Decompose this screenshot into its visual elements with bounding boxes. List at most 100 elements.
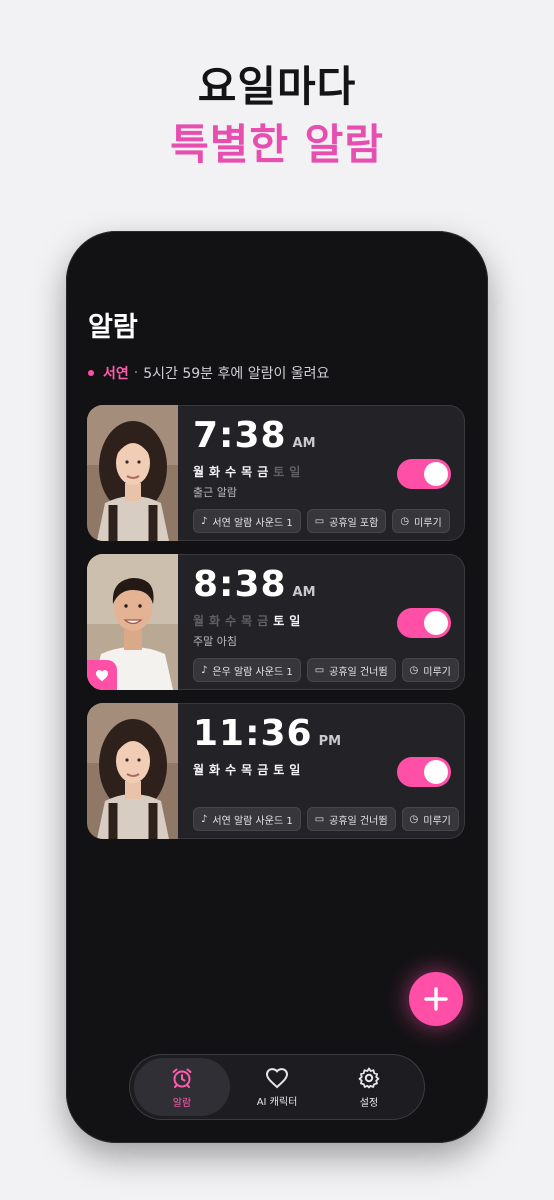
next-alarm-info: 서연 · 5시간 59분 후에 알람이 울려요 xyxy=(88,363,329,383)
sound-chip-label: 서연 알람 사운드 1 xyxy=(212,815,293,827)
alarm-time: 7:38 AM xyxy=(193,415,316,456)
sound-chip-label: 은우 알람 사운드 1 xyxy=(212,666,293,678)
alarm-card[interactable]: 7:38 AM 월 화 수 목 금 토 일 출근 알람 ♪ 서연 알람 사운드 1… xyxy=(87,405,465,541)
day-mon: 월 xyxy=(193,465,205,479)
snooze-chip[interactable]: ◷ 미루기 xyxy=(401,807,459,831)
promo-line-2: 특별한 알람 xyxy=(170,120,384,169)
history-icon: ◷ xyxy=(409,664,419,676)
alarm-label: 주말 아침 xyxy=(193,635,237,648)
snooze-chip[interactable]: ◷ 미루기 xyxy=(401,658,459,682)
alarm-card[interactable]: 8:38 AM 월 화 수 목 금 토 일 주말 아침 ♪ 은우 알람 사운드 1… xyxy=(87,554,465,690)
snooze-chip-label: 미루기 xyxy=(414,517,442,529)
tab-settings-label: 설정 xyxy=(359,1097,379,1109)
next-alarm-character: 서연 xyxy=(103,366,129,382)
alarm-ampm: PM xyxy=(318,734,342,749)
alarm-time-value: 7:38 xyxy=(193,415,287,456)
character-avatar xyxy=(87,703,178,839)
calendar-icon: ▭ xyxy=(314,664,325,676)
calendar-icon: ▭ xyxy=(314,515,325,527)
sound-chip[interactable]: ♪ 서연 알람 사운드 1 xyxy=(193,509,301,533)
alarm-card[interactable]: 11:36 PM 월 화 수 목 금 토 일 ♪ 서연 알람 사운드 1 ▭ 공휴일… xyxy=(87,703,465,839)
holiday-chip[interactable]: ▭ 공휴일 건너뜀 xyxy=(306,658,396,682)
snooze-chip-label: 미루기 xyxy=(423,815,451,827)
heart-icon xyxy=(95,669,109,681)
alarm-time: 11:36 PM xyxy=(193,713,341,754)
calendar-icon: ▭ xyxy=(314,813,325,825)
alarm-chips: ♪ 서연 알람 사운드 1 ▭ 공휴일 건너뜀 ◷ 미루기 xyxy=(193,807,459,831)
day-wed: 수 xyxy=(225,614,237,628)
tab-alarm-label: 알람 xyxy=(172,1097,192,1109)
history-icon: ◷ xyxy=(409,813,419,825)
status-dot xyxy=(88,370,94,376)
alarm-days: 월 화 수 목 금 토 일 xyxy=(193,612,300,629)
alarm-ampm: AM xyxy=(292,436,316,451)
day-fri: 금 xyxy=(257,465,269,479)
music-note-icon: ♪ xyxy=(201,664,208,676)
sound-chip-label: 서연 알람 사운드 1 xyxy=(212,517,293,529)
day-tue: 화 xyxy=(209,763,221,777)
snooze-chip-label: 미루기 xyxy=(423,666,451,678)
day-fri: 금 xyxy=(257,614,269,628)
separator: · xyxy=(133,365,139,381)
alarm-chips: ♪ 서연 알람 사운드 1 ▭ 공휴일 포함 ◷ 미루기 xyxy=(193,509,450,533)
next-alarm-message: 5시간 59분 후에 알람이 울려요 xyxy=(143,366,330,382)
plus-icon xyxy=(424,987,448,1011)
heart-icon xyxy=(265,1067,289,1088)
music-note-icon: ♪ xyxy=(201,515,208,527)
holiday-chip-label: 공휴일 포함 xyxy=(329,517,379,529)
day-mon: 월 xyxy=(193,614,205,628)
alarm-time-value: 11:36 xyxy=(193,713,313,754)
day-tue: 화 xyxy=(209,465,221,479)
toggle-knob xyxy=(424,611,448,635)
alarm-ampm: AM xyxy=(292,585,316,600)
alarm-days: 월 화 수 목 금 토 일 xyxy=(193,463,300,480)
alarm-clock-icon xyxy=(172,1068,192,1088)
day-sat: 토 xyxy=(273,465,285,479)
alarm-chips: ♪ 은우 알람 사운드 1 ▭ 공휴일 건너뜀 ◷ 미루기 xyxy=(193,658,459,682)
favorite-badge xyxy=(87,660,117,690)
day-thu: 목 xyxy=(241,614,253,628)
holiday-chip[interactable]: ▭ 공휴일 건너뜀 xyxy=(306,807,396,831)
character-avatar xyxy=(87,405,178,541)
alarm-days: 월 화 수 목 금 토 일 xyxy=(193,761,300,778)
alarm-toggle[interactable] xyxy=(397,459,451,489)
day-tue: 화 xyxy=(209,614,221,628)
day-wed: 수 xyxy=(225,465,237,479)
history-icon: ◷ xyxy=(400,515,410,527)
sound-chip[interactable]: ♪ 은우 알람 사운드 1 xyxy=(193,658,301,682)
promo-line-1: 요일마다 xyxy=(197,62,357,111)
toggle-knob xyxy=(424,462,448,486)
tab-alarm[interactable]: 알람 xyxy=(134,1058,230,1116)
day-thu: 목 xyxy=(241,465,253,479)
day-mon: 월 xyxy=(193,763,205,777)
sound-chip[interactable]: ♪ 서연 알람 사운드 1 xyxy=(193,807,301,831)
day-sun: 일 xyxy=(289,465,301,479)
holiday-chip-label: 공휴일 건너뜀 xyxy=(329,666,388,678)
alarm-toggle[interactable] xyxy=(397,757,451,787)
holiday-chip-label: 공휴일 건너뜀 xyxy=(329,815,388,827)
day-wed: 수 xyxy=(225,763,237,777)
bottom-tab-bar: 알람 AI 캐릭터 설정 xyxy=(129,1054,425,1120)
tab-settings[interactable]: 설정 xyxy=(321,1058,417,1116)
tab-ai-character[interactable]: AI 캐릭터 xyxy=(229,1058,325,1116)
gear-icon xyxy=(358,1067,380,1088)
day-thu: 목 xyxy=(241,763,253,777)
snooze-chip[interactable]: ◷ 미루기 xyxy=(392,509,450,533)
alarm-time-value: 8:38 xyxy=(193,564,287,605)
day-fri: 금 xyxy=(257,763,269,777)
character-avatar xyxy=(87,554,178,690)
phone-screen: 알람 서연 · 5시간 59분 후에 알람이 울려요 7:38 AM 월 화 수… xyxy=(66,231,488,1143)
music-note-icon: ♪ xyxy=(201,813,208,825)
holiday-chip[interactable]: ▭ 공휴일 포함 xyxy=(306,509,387,533)
toggle-knob xyxy=(424,760,448,784)
alarm-toggle[interactable] xyxy=(397,608,451,638)
promo-headline: 요일마다 특별한 알람 xyxy=(0,58,554,174)
page-title: 알람 xyxy=(88,312,138,343)
day-sat: 토 xyxy=(273,614,285,628)
day-sun: 일 xyxy=(289,614,301,628)
tab-ai-character-label: AI 캐릭터 xyxy=(256,1096,298,1108)
day-sun: 일 xyxy=(289,763,301,777)
add-alarm-button[interactable] xyxy=(409,972,463,1026)
alarm-time: 8:38 AM xyxy=(193,564,316,605)
day-sat: 토 xyxy=(273,763,285,777)
